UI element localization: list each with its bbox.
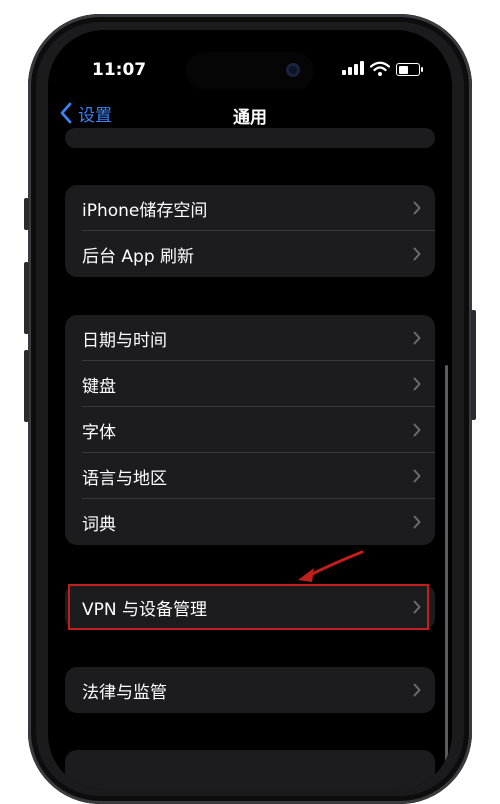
front-camera	[286, 63, 300, 77]
chevron-right-icon	[413, 331, 421, 345]
power-button	[471, 310, 476, 420]
list-item-keyboard[interactable]: 键盘	[65, 361, 435, 407]
chevron-right-icon	[413, 600, 421, 614]
chevron-right-icon	[413, 683, 421, 697]
action-button	[24, 198, 29, 230]
battery-tip	[421, 67, 423, 72]
status-time: 11:07	[92, 60, 147, 80]
chevron-right-icon	[413, 515, 421, 529]
annotation-arrow-icon	[298, 550, 364, 582]
list-item-label: iPhone储存空间	[82, 200, 208, 221]
list-item-label: 字体	[82, 422, 116, 443]
partial-group-top	[65, 128, 435, 148]
battery-level	[398, 65, 408, 74]
list-item-legal-regulatory[interactable]: 法律与监管	[65, 667, 435, 713]
settings-group-storage: iPhone储存空间 后台 App 刷新	[65, 185, 435, 277]
volume-up-button	[24, 262, 29, 334]
list-item-label: 日期与时间	[82, 330, 167, 351]
list-item-vpn-device-management[interactable]: VPN 与设备管理	[65, 584, 435, 630]
list-item-date-time[interactable]: 日期与时间	[65, 315, 435, 361]
list-item-dictionary[interactable]: 词典	[65, 499, 435, 545]
chevron-right-icon	[413, 201, 421, 215]
signal-icon	[342, 60, 364, 78]
partial-group-bottom	[65, 750, 435, 790]
list-item-language-region[interactable]: 语言与地区	[65, 453, 435, 499]
wifi-icon	[370, 61, 390, 76]
settings-group-legal: 法律与监管	[65, 667, 435, 713]
chevron-right-icon	[413, 469, 421, 483]
list-item-iphone-storage[interactable]: iPhone储存空间	[65, 185, 435, 231]
list-item-label: 键盘	[82, 376, 116, 397]
chevron-right-icon	[413, 423, 421, 437]
chevron-right-icon	[413, 377, 421, 391]
page-title: 通用	[233, 108, 267, 128]
list-item-label: 词典	[82, 514, 116, 535]
list-item-background-app-refresh[interactable]: 后台 App 刷新	[65, 231, 435, 277]
list-item-label: 法律与监管	[82, 682, 167, 703]
list-item-fonts[interactable]: 字体	[65, 407, 435, 453]
list-item-label: VPN 与设备管理	[82, 599, 208, 620]
settings-group-locale: 日期与时间 键盘 字体 语言与地区 词典	[65, 315, 435, 545]
volume-down-button	[24, 350, 29, 422]
battery-icon	[396, 63, 420, 76]
phone-screen: 11:07 设置 通用 iPhone储存空间 后台 App 刷新 日期与时间 键…	[48, 30, 452, 790]
chevron-right-icon	[413, 247, 421, 261]
list-item-label: 后台 App 刷新	[82, 246, 195, 267]
settings-group-vpn: VPN 与设备管理	[65, 584, 435, 630]
list-item-label: 语言与地区	[82, 468, 167, 489]
scrollbar[interactable]	[445, 365, 448, 785]
